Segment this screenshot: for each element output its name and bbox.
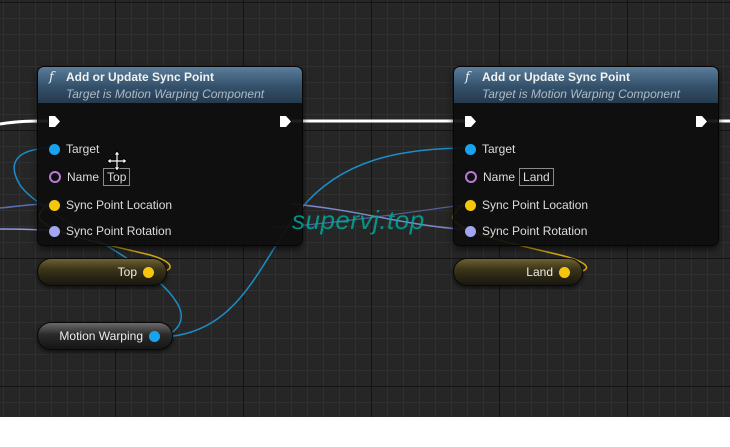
rotation-pin-label: Sync Point Rotation	[482, 224, 588, 238]
watermark: supervj.top	[292, 205, 425, 235]
target-pin[interactable]: Target	[49, 142, 99, 156]
sync-point-node-land[interactable]: f Add or Update Sync Point Target is Mot…	[453, 66, 719, 246]
exec-out-pin-icon[interactable]	[695, 115, 708, 128]
name-pin-icon	[465, 171, 477, 183]
object-pin-icon	[49, 143, 60, 155]
node-title: Add or Update Sync Point	[66, 70, 215, 84]
vector-pin-icon[interactable]	[143, 266, 154, 278]
object-pin-icon[interactable]	[149, 330, 160, 342]
motion-warping-label: Motion Warping	[59, 329, 143, 343]
name-value-input[interactable]: Land	[519, 168, 554, 186]
sync-point-node-top[interactable]: f Add or Update Sync Point Target is Mot…	[37, 66, 303, 246]
motion-warping-variable-node[interactable]: Motion Warping	[37, 322, 173, 350]
object-pin-icon	[465, 143, 476, 155]
node-header[interactable]: f Add or Update Sync Point Target is Mot…	[38, 67, 302, 103]
location-pin-label: Sync Point Location	[66, 198, 173, 212]
top-variable-node[interactable]: Top	[37, 258, 167, 286]
vector-pin-icon	[49, 199, 60, 211]
name-pin-label: Name	[67, 170, 100, 184]
node-subtitle: Target is Motion Warping Component	[482, 87, 681, 101]
target-pin-label: Target	[482, 142, 516, 156]
exec-in-pin-icon[interactable]	[464, 115, 477, 128]
function-icon: f	[49, 70, 54, 85]
rotation-pin-label: Sync Point Rotation	[66, 224, 172, 238]
function-icon: f	[465, 70, 470, 85]
blueprint-graph-canvas[interactable]: f Add or Update Sync Point Target is Mot…	[0, 0, 730, 417]
exec-out-pin-icon[interactable]	[279, 115, 292, 128]
node-header[interactable]: f Add or Update Sync Point Target is Mot…	[454, 67, 718, 103]
node-subtitle: Target is Motion Warping Component	[66, 87, 265, 101]
rotator-pin-icon	[49, 225, 60, 237]
vector-pin-icon	[465, 199, 476, 211]
land-variable-node[interactable]: Land	[453, 258, 583, 286]
exec-in-pin-icon[interactable]	[48, 115, 61, 128]
sync-point-location-pin[interactable]: Sync Point Location	[465, 198, 588, 212]
name-pin[interactable]: Name Land	[465, 168, 554, 186]
target-pin[interactable]: Target	[465, 142, 515, 156]
target-pin-label: Target	[66, 142, 100, 156]
node-title: Add or Update Sync Point	[482, 70, 631, 84]
vector-pin-icon[interactable]	[559, 266, 570, 278]
location-pin-label: Sync Point Location	[482, 198, 589, 212]
sync-point-rotation-pin[interactable]: Sync Point Rotation	[465, 224, 587, 238]
name-pin-label: Name	[483, 170, 516, 184]
move-cursor-icon	[106, 150, 128, 172]
sync-point-rotation-pin[interactable]: Sync Point Rotation	[49, 224, 171, 238]
sync-point-location-pin[interactable]: Sync Point Location	[49, 198, 172, 212]
land-variable-label: Land	[526, 265, 553, 279]
rotator-pin-icon	[465, 225, 476, 237]
name-pin-icon	[49, 171, 61, 183]
top-variable-label: Top	[117, 265, 137, 279]
